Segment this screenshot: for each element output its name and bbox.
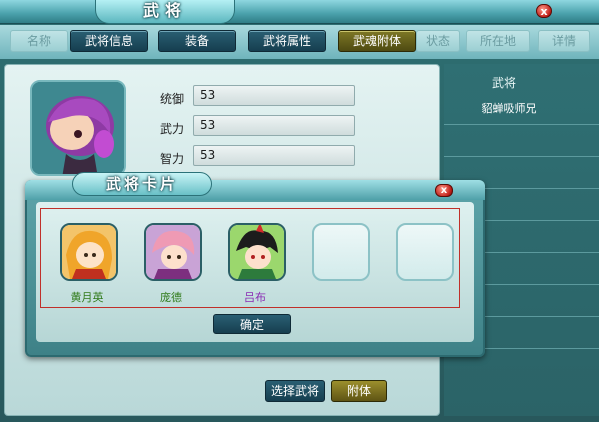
stat-label-strength: 武力 bbox=[160, 122, 185, 136]
tab-details[interactable]: 详情 bbox=[538, 30, 590, 52]
tab-bar: 名称 武将信息 装备 武将属性 武魂附体 状态 所在地 详情 bbox=[0, 25, 599, 59]
hero-card-slot-3[interactable] bbox=[228, 223, 286, 281]
dialog-title: 武将卡片 bbox=[105, 175, 178, 193]
hero-card-art bbox=[62, 225, 116, 279]
hero-portrait bbox=[30, 80, 126, 176]
stat-value-command: 53 bbox=[193, 85, 355, 106]
tab-status[interactable]: 状态 bbox=[416, 30, 460, 52]
confirm-button[interactable]: 确定 bbox=[213, 314, 291, 334]
stat-value-intelligence: 53 bbox=[193, 145, 355, 166]
window-title: 武将 bbox=[142, 1, 187, 20]
stat-value-strength: 53 bbox=[193, 115, 355, 136]
tab-name[interactable]: 名称 bbox=[10, 30, 68, 52]
hero-card-art bbox=[230, 225, 284, 279]
tab-location[interactable]: 所在地 bbox=[466, 30, 530, 52]
hero-card-slot-2[interactable] bbox=[144, 223, 202, 281]
tab-hero-attrs[interactable]: 武将属性 bbox=[248, 30, 326, 52]
dialog-close-icon[interactable]: x bbox=[435, 184, 453, 197]
attach-button[interactable]: 附体 bbox=[331, 380, 387, 402]
hero-list-item[interactable]: 貂蝉吸师兄 bbox=[444, 100, 574, 116]
stat-label-intelligence: 智力 bbox=[160, 152, 185, 166]
select-hero-button[interactable]: 选择武将 bbox=[265, 380, 325, 402]
hero-card-name-1: 黄月英 bbox=[70, 291, 104, 304]
tab-equipment[interactable]: 装备 bbox=[158, 30, 236, 52]
close-icon[interactable]: x bbox=[536, 4, 552, 18]
hero-card-art bbox=[146, 225, 200, 279]
title-bar bbox=[0, 0, 599, 24]
hero-card-slot-5[interactable] bbox=[396, 223, 454, 281]
row-divider bbox=[444, 124, 599, 125]
hero-card-slot-4[interactable] bbox=[312, 223, 370, 281]
hero-portrait-art bbox=[32, 82, 124, 174]
tab-soul-attach[interactable]: 武魂附体 bbox=[338, 30, 416, 52]
hero-list-header: 武将 bbox=[491, 76, 516, 90]
stat-label-command: 统御 bbox=[160, 92, 185, 106]
hero-card-slot-1[interactable] bbox=[60, 223, 118, 281]
hero-card-name-3: 吕布 bbox=[244, 291, 266, 304]
hero-card-name-2: 庞德 bbox=[160, 291, 182, 304]
tab-hero-info[interactable]: 武将信息 bbox=[70, 30, 148, 52]
row-divider bbox=[444, 156, 599, 157]
